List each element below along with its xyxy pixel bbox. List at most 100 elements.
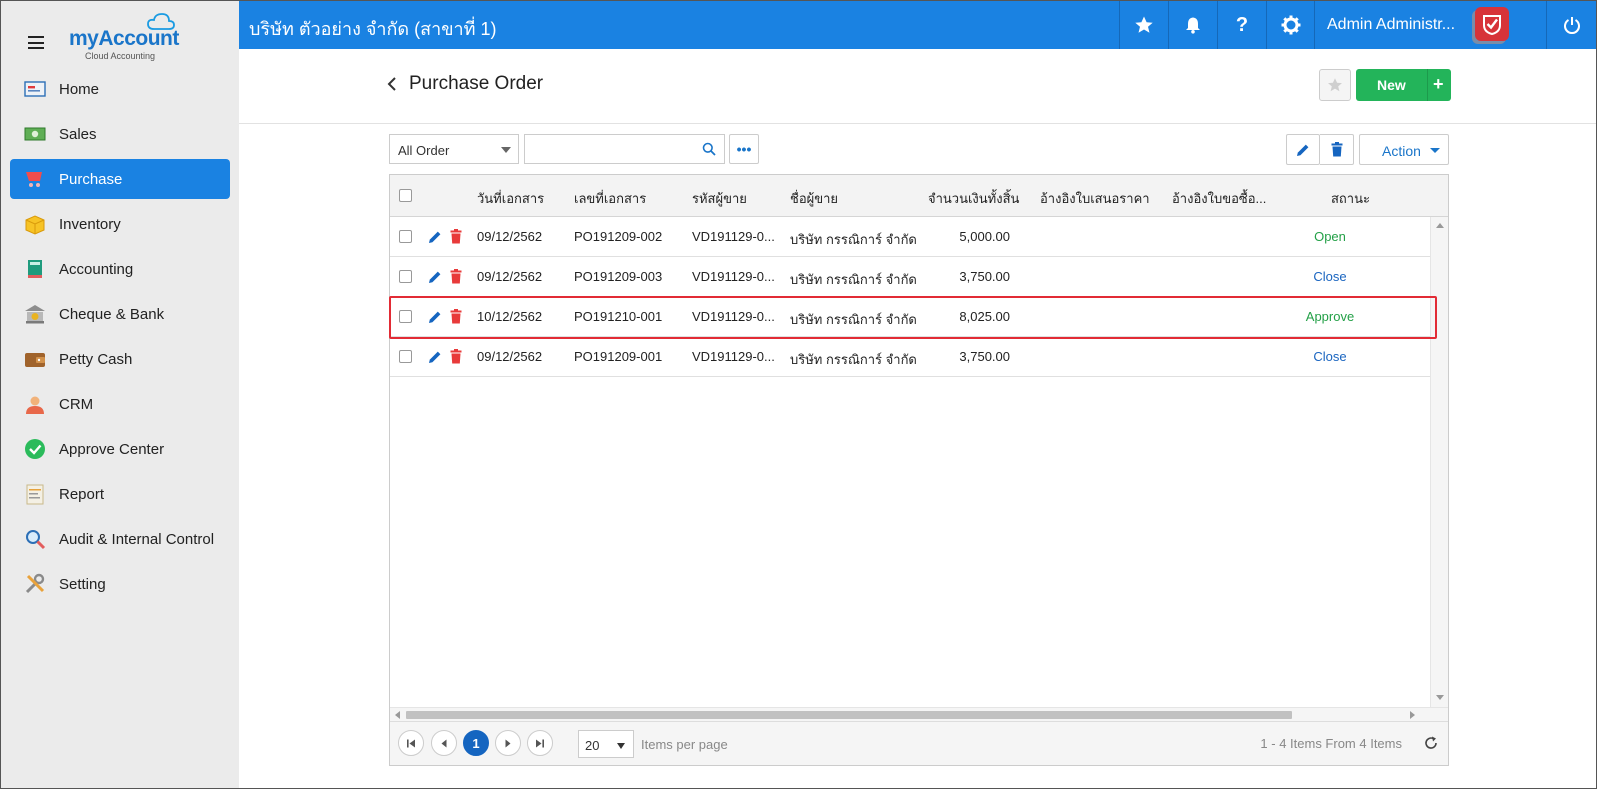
- scroll-down-arrow-icon[interactable]: [1436, 695, 1444, 701]
- order-filter-select[interactable]: All Order: [389, 134, 519, 164]
- cell-amount: 3,750.00: [959, 269, 1010, 284]
- sidebar-item-sales[interactable]: Sales: [10, 114, 230, 154]
- add-favorite-button[interactable]: [1319, 69, 1351, 101]
- scroll-up-arrow-icon[interactable]: [1436, 222, 1444, 228]
- table-row[interactable]: 09/12/2562 PO191209-001 VD191129-0... บริษั…: [390, 337, 1430, 377]
- first-page-button[interactable]: [398, 730, 424, 756]
- back-chevron-icon[interactable]: [387, 77, 397, 91]
- sidebar: myAccount Cloud Accounting Home Sales Purc…: [1, 1, 239, 788]
- highlighted-row-outline: [389, 296, 1437, 339]
- sidebar-item-crm[interactable]: CRM: [10, 384, 230, 424]
- column-header-quote-ref[interactable]: อ้างอิงใบเสนอราคา: [1040, 188, 1150, 209]
- column-header-vendor-name[interactable]: ชื่อผู้ขาย: [790, 188, 838, 209]
- question-icon: ?: [1235, 13, 1249, 36]
- cell-vendor-code: VD191129-0...: [692, 229, 775, 244]
- column-header-amount[interactable]: จำนวนเงินทั้งสิ้น: [928, 188, 1019, 209]
- row-checkbox[interactable]: [399, 350, 412, 363]
- logo-brand[interactable]: myAccount: [69, 27, 179, 51]
- page-header: Purchase Order New +: [239, 49, 1596, 124]
- sidebar-item-label: Inventory: [59, 215, 121, 233]
- bell-icon: [1186, 17, 1200, 34]
- logout-button[interactable]: [1546, 1, 1596, 49]
- avatar[interactable]: [1475, 7, 1509, 41]
- sidebar-item-purchase[interactable]: Purchase: [10, 159, 230, 199]
- sidebar-nav: Home Sales Purchase Inventory Accounting Cheq…: [1, 69, 239, 609]
- magnifier-icon: [24, 528, 46, 550]
- check-circle-icon: [24, 438, 46, 460]
- column-header-doc-no[interactable]: เลขที่เอกสาร: [574, 188, 646, 209]
- page-button-current[interactable]: 1: [463, 730, 489, 756]
- cell-date: 09/12/2562: [477, 269, 543, 284]
- new-button[interactable]: New +: [1356, 69, 1451, 101]
- plus-icon[interactable]: +: [1433, 74, 1444, 95]
- gear-icon: [1281, 15, 1301, 35]
- row-checkbox[interactable]: [399, 270, 412, 283]
- help-button[interactable]: ?: [1217, 1, 1266, 49]
- sidebar-item-approve-center[interactable]: Approve Center: [10, 429, 230, 469]
- trash-icon[interactable]: [450, 349, 462, 364]
- sidebar-item-setting[interactable]: Setting: [10, 564, 230, 604]
- cell-doc-no[interactable]: PO191209-003: [574, 269, 662, 284]
- page-size-value: 20: [585, 738, 600, 753]
- pencil-icon[interactable]: [428, 350, 442, 364]
- sidebar-item-inventory[interactable]: Inventory: [10, 204, 230, 244]
- search-button[interactable]: [694, 134, 725, 164]
- favorites-button[interactable]: [1119, 1, 1168, 49]
- chevron-down-icon: [1430, 148, 1440, 153]
- vertical-scrollbar[interactable]: [1430, 217, 1448, 707]
- user-menu[interactable]: Admin Administr...: [1314, 1, 1546, 49]
- bulk-edit-button[interactable]: [1286, 134, 1320, 165]
- next-page-button[interactable]: [495, 730, 521, 756]
- user-name: Admin Administr...: [1327, 16, 1456, 33]
- more-options-button[interactable]: •••: [729, 134, 759, 164]
- scroll-right-arrow-icon[interactable]: [1410, 711, 1416, 719]
- sidebar-item-label: Petty Cash: [59, 350, 133, 368]
- cell-doc-no[interactable]: PO191209-001: [574, 349, 662, 364]
- report-icon: [24, 483, 46, 505]
- action-label: Action: [1382, 143, 1421, 159]
- chevron-down-icon: [617, 743, 625, 749]
- sidebar-item-home[interactable]: Home: [10, 69, 230, 109]
- sidebar-item-audit-and-internal-control[interactable]: Audit & Internal Control: [10, 519, 230, 559]
- prev-page-button[interactable]: [431, 730, 457, 756]
- hamburger-menu-icon[interactable]: [28, 36, 44, 49]
- trash-icon[interactable]: [450, 229, 462, 244]
- cell-date: 09/12/2562: [477, 349, 543, 364]
- column-header-status[interactable]: สถานะ: [1331, 188, 1370, 209]
- trash-icon[interactable]: [450, 269, 462, 284]
- last-page-button[interactable]: [527, 730, 553, 756]
- bulk-delete-button[interactable]: [1320, 134, 1354, 165]
- horizontal-scrollbar[interactable]: [390, 707, 1448, 721]
- settings-button[interactable]: [1266, 1, 1315, 49]
- cell-vendor-code: VD191129-0...: [692, 269, 775, 284]
- pencil-icon[interactable]: [428, 270, 442, 284]
- status-badge: Close: [1313, 269, 1347, 284]
- column-header-date[interactable]: วันที่เอกสาร: [477, 188, 544, 209]
- company-name[interactable]: บริษัท ตัวอย่าง จำกัด (สาขาที่ 1): [249, 14, 497, 43]
- new-button-divider: [1427, 69, 1428, 101]
- sidebar-item-accounting[interactable]: Accounting: [10, 249, 230, 289]
- action-dropdown-button[interactable]: Action: [1359, 134, 1449, 165]
- scroll-left-arrow-icon[interactable]: [394, 711, 400, 719]
- cell-vendor-name: บริษัท กรรณิการ์ จำกัด: [790, 272, 917, 287]
- table-row[interactable]: 09/12/2562 PO191209-003 VD191129-0... บริษั…: [390, 257, 1430, 297]
- select-all-checkbox[interactable]: [399, 189, 412, 202]
- page-size-select[interactable]: 20: [578, 730, 634, 758]
- sidebar-item-petty-cash[interactable]: Petty Cash: [10, 339, 230, 379]
- cell-vendor-name: บริษัท กรรณิการ์ จำกัด: [790, 352, 917, 367]
- wallet-icon: [24, 348, 46, 370]
- sidebar-item-cheque-and-bank[interactable]: Cheque & Bank: [10, 294, 230, 334]
- row-checkbox[interactable]: [399, 230, 412, 243]
- money-icon: [24, 123, 46, 145]
- table-row[interactable]: 09/12/2562 PO191209-002 VD191129-0... บริษั…: [390, 217, 1430, 257]
- horizontal-scroll-thumb[interactable]: [406, 711, 1292, 719]
- column-header-pr-ref[interactable]: อ้างอิงใบขอซื้อ...: [1172, 188, 1266, 209]
- notifications-button[interactable]: [1168, 1, 1217, 49]
- last-page-icon: [536, 739, 544, 747]
- refresh-icon[interactable]: [1424, 736, 1438, 750]
- people-icon: [24, 393, 46, 415]
- sidebar-item-report[interactable]: Report: [10, 474, 230, 514]
- cell-doc-no[interactable]: PO191209-002: [574, 229, 662, 244]
- pencil-icon[interactable]: [428, 230, 442, 244]
- column-header-vendor-code[interactable]: รหัสผู้ขาย: [692, 188, 747, 209]
